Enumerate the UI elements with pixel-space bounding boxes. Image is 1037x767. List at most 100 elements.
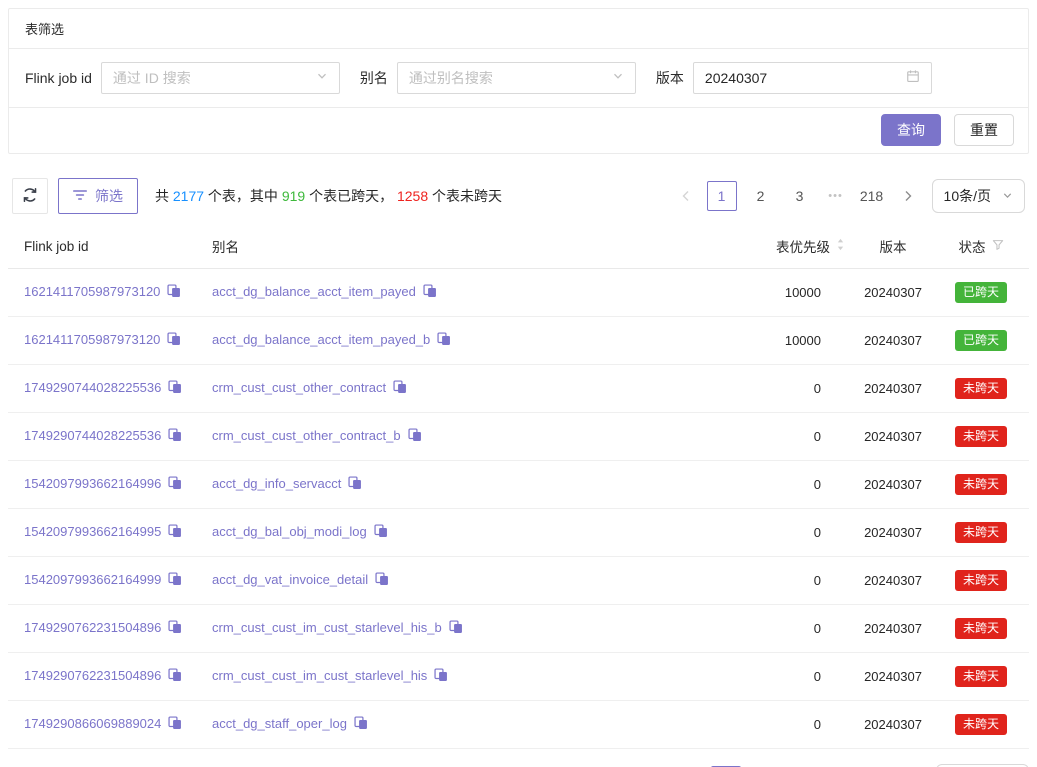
copy-icon[interactable] xyxy=(374,524,388,541)
filter-row: Flink job id 通过 ID 搜索 别名 通过别名搜索 xyxy=(9,49,1028,108)
alias-link[interactable]: crm_cust_cust_other_contract xyxy=(212,380,386,395)
page: 表筛选 Flink job id 通过 ID 搜索 别名 通过别名搜索 xyxy=(0,0,1037,767)
copy-icon[interactable] xyxy=(168,716,182,733)
alias-field: 别名 通过别名搜索 xyxy=(360,62,636,94)
alias-link[interactable]: crm_cust_cust_im_cust_starlevel_his_b xyxy=(212,620,442,635)
copy-icon[interactable] xyxy=(168,380,182,397)
priority-cell: 0 xyxy=(741,509,853,557)
alias-label: 别名 xyxy=(360,68,388,88)
flink-job-id-link[interactable]: 1749290762231504896 xyxy=(24,620,161,635)
alias-link[interactable]: acct_dg_staff_oper_log xyxy=(212,716,347,731)
copy-icon[interactable] xyxy=(449,620,463,637)
page-button-3[interactable]: 3 xyxy=(785,181,815,211)
priority-cell: 10000 xyxy=(741,269,853,317)
status-badge: 已跨天 xyxy=(955,282,1007,303)
flink-job-id-link[interactable]: 1621411705987973120 xyxy=(24,284,160,299)
alias-link[interactable]: crm_cust_cust_im_cust_starlevel_his xyxy=(212,668,427,683)
flink-job-id-link[interactable]: 1542097993662164996 xyxy=(24,476,161,491)
copy-icon[interactable] xyxy=(168,428,182,445)
filter-card: 表筛选 Flink job id 通过 ID 搜索 别名 通过别名搜索 xyxy=(8,8,1029,154)
copy-icon[interactable] xyxy=(168,620,182,637)
priority-cell: 0 xyxy=(741,365,853,413)
alias-link[interactable]: acct_dg_info_servacct xyxy=(212,476,341,491)
alias-link[interactable]: acct_dg_balance_acct_item_payed_b xyxy=(212,332,430,347)
flink-job-id-link[interactable]: 1749290866069889024 xyxy=(24,716,161,731)
flink-job-id-select[interactable]: 通过 ID 搜索 xyxy=(101,62,340,94)
flink-job-id-link[interactable]: 1749290744028225536 xyxy=(24,380,161,395)
next-page-button[interactable] xyxy=(896,181,920,211)
alias-link[interactable]: acct_dg_bal_obj_modi_log xyxy=(212,524,367,539)
version-value: 20240307 xyxy=(705,70,767,86)
version-cell: 20240307 xyxy=(853,509,933,557)
funnel-filter-icon[interactable] xyxy=(992,239,1004,254)
copy-icon[interactable] xyxy=(167,284,181,301)
priority-cell: 0 xyxy=(741,557,853,605)
priority-cell: 0 xyxy=(741,461,853,509)
priority-cell: 0 xyxy=(741,605,853,653)
summary-crossed-count: 919 xyxy=(282,188,305,204)
copy-icon[interactable] xyxy=(168,668,182,685)
copy-icon[interactable] xyxy=(437,332,451,349)
page-ellipsis[interactable]: ••• xyxy=(824,190,848,202)
table-row: 1749290762231504896 crm_cust_cust_im_cus… xyxy=(8,653,1029,701)
alias-link[interactable]: acct_dg_balance_acct_item_payed xyxy=(212,284,416,299)
version-cell: 20240307 xyxy=(853,557,933,605)
flink-job-id-placeholder: 通过 ID 搜索 xyxy=(113,68,191,88)
page-button-1[interactable]: 1 xyxy=(707,181,737,211)
version-date-input[interactable]: 20240307 xyxy=(693,62,932,94)
prev-page-button[interactable] xyxy=(674,181,698,211)
copy-icon[interactable] xyxy=(393,380,407,397)
column-header-version: 版本 xyxy=(853,224,933,269)
chevron-down-icon xyxy=(1002,188,1013,204)
reset-button[interactable]: 重置 xyxy=(954,114,1014,146)
column-header-priority[interactable]: 表优先级 xyxy=(741,224,853,269)
page-size-select[interactable]: 10条/页 xyxy=(932,179,1025,213)
flink-job-id-link[interactable]: 1542097993662164999 xyxy=(24,572,161,587)
copy-icon[interactable] xyxy=(168,524,182,541)
copy-icon[interactable] xyxy=(168,572,182,589)
version-label: 版本 xyxy=(656,68,684,88)
version-cell: 20240307 xyxy=(853,413,933,461)
toolbar: 筛选 共 2177 个表，其中 919 个表已跨天， 1258 个表未跨天 1 … xyxy=(8,178,1029,214)
filter-actions: 查询 重置 xyxy=(9,108,1028,153)
alias-link[interactable]: acct_dg_vat_invoice_detail xyxy=(212,572,368,587)
filter-toggle-button[interactable]: 筛选 xyxy=(58,178,138,214)
status-badge: 未跨天 xyxy=(955,426,1007,447)
sort-icon[interactable] xyxy=(836,237,845,255)
copy-icon[interactable] xyxy=(434,668,448,685)
status-badge: 已跨天 xyxy=(955,330,1007,351)
flink-job-id-link[interactable]: 1621411705987973120 xyxy=(24,332,160,347)
query-button[interactable]: 查询 xyxy=(881,114,941,146)
priority-cell: 0 xyxy=(741,413,853,461)
copy-icon[interactable] xyxy=(375,572,389,589)
flink-job-id-label: Flink job id xyxy=(25,70,92,86)
copy-icon[interactable] xyxy=(167,332,181,349)
summary-p4: 个表未跨天 xyxy=(428,188,502,204)
flink-job-id-link[interactable]: 1542097993662164995 xyxy=(24,524,161,539)
priority-cell: 0 xyxy=(741,701,853,749)
flink-job-id-link[interactable]: 1749290744028225536 xyxy=(24,428,161,443)
status-badge: 未跨天 xyxy=(955,378,1007,399)
copy-icon[interactable] xyxy=(354,716,368,733)
copy-icon[interactable] xyxy=(408,428,422,445)
version-cell: 20240307 xyxy=(853,605,933,653)
status-badge: 未跨天 xyxy=(955,522,1007,543)
version-cell: 20240307 xyxy=(853,317,933,365)
status-badge: 未跨天 xyxy=(955,666,1007,687)
copy-icon[interactable] xyxy=(423,284,437,301)
alias-link[interactable]: crm_cust_cust_other_contract_b xyxy=(212,428,401,443)
status-badge: 未跨天 xyxy=(955,714,1007,735)
flink-job-id-link[interactable]: 1749290762231504896 xyxy=(24,668,161,683)
table-row: 1542097993662164996 acct_dg_info_servacc… xyxy=(8,461,1029,509)
version-cell: 20240307 xyxy=(853,701,933,749)
column-header-alias: 别名 xyxy=(204,224,741,269)
priority-cell: 0 xyxy=(741,653,853,701)
copy-icon[interactable] xyxy=(168,476,182,493)
page-button-last[interactable]: 218 xyxy=(857,181,887,211)
tables-table: Flink job id 别名 表优先级 版本 状态 xyxy=(8,224,1029,749)
copy-icon[interactable] xyxy=(348,476,362,493)
priority-cell: 10000 xyxy=(741,317,853,365)
refresh-button[interactable] xyxy=(12,178,48,214)
page-button-2[interactable]: 2 xyxy=(746,181,776,211)
alias-select[interactable]: 通过别名搜索 xyxy=(397,62,636,94)
